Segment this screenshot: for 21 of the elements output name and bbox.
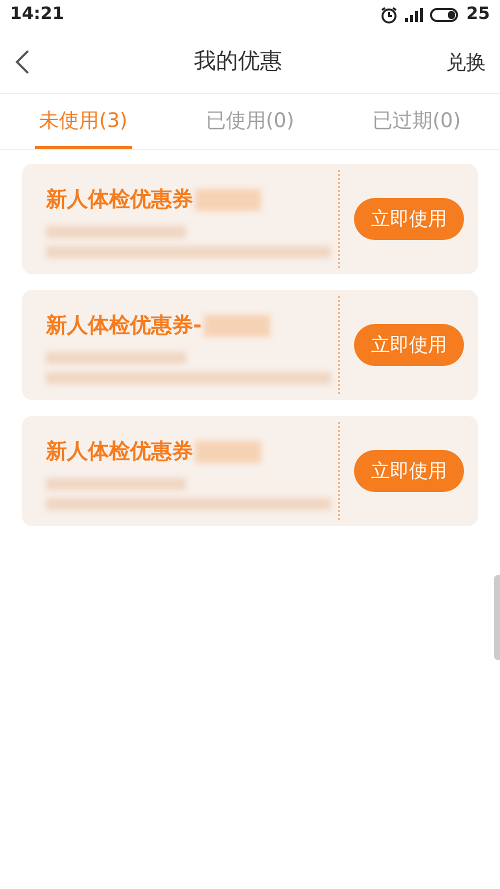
battery-level: 25 <box>466 3 490 26</box>
use-now-button[interactable]: 立即使用 <box>354 324 464 366</box>
coupon-title: 新人体检优惠券 <box>46 186 193 213</box>
alarm-icon <box>380 6 398 24</box>
signal-icon <box>404 6 424 24</box>
coupon-title: 新人体检优惠券 <box>46 438 193 465</box>
use-now-button[interactable]: 立即使用 <box>354 450 464 492</box>
back-icon[interactable] <box>14 48 30 74</box>
blurred-text <box>204 314 270 337</box>
scroll-handle[interactable] <box>494 575 500 660</box>
coupon-title: 新人体检优惠券- <box>46 312 202 339</box>
redeem-link[interactable]: 兑换 <box>446 46 486 76</box>
blurred-text <box>195 440 261 463</box>
tab[interactable]: 已过期(0) <box>368 94 465 149</box>
status-time: 14:21 <box>10 3 64 26</box>
page-title: 我的优惠 <box>194 48 282 76</box>
tab[interactable]: 未使用(3) <box>35 94 132 149</box>
battery-icon <box>430 7 460 23</box>
use-now-button[interactable]: 立即使用 <box>354 198 464 240</box>
blurred-text <box>195 188 261 211</box>
tab[interactable]: 已使用(0) <box>202 94 298 149</box>
